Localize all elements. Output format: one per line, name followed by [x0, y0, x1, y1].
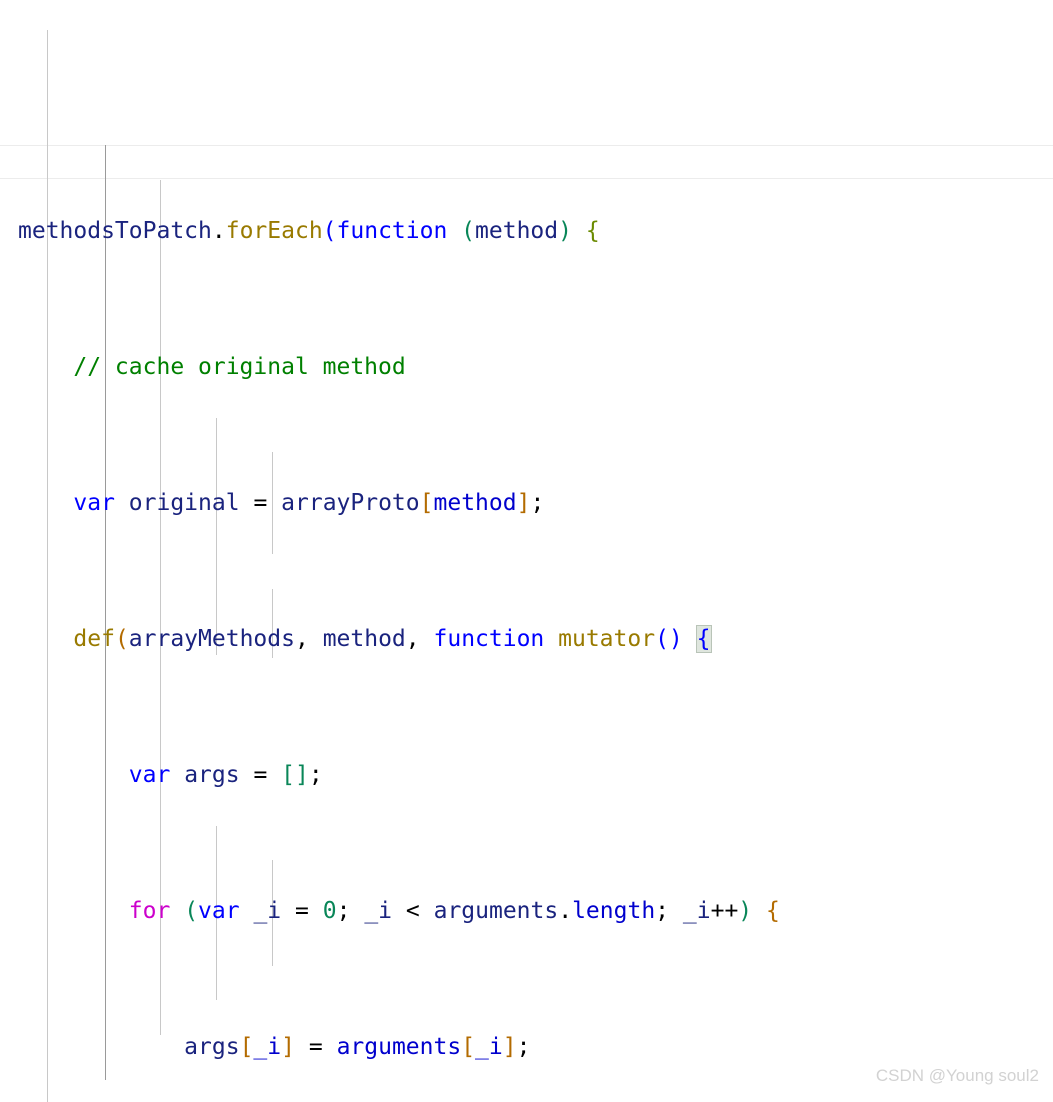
code-line[interactable]: var args = []; — [0, 758, 1053, 792]
code-line[interactable]: args[_i] = arguments[_i]; — [0, 1030, 1053, 1064]
code-line[interactable]: def(arrayMethods, method, function mutat… — [0, 622, 1053, 656]
code-editor[interactable]: ; methodsToPatch.forEach(function (metho… — [0, 0, 1053, 1102]
code-line[interactable]: var original = arrayProto[method]; — [0, 486, 1053, 520]
code-line[interactable]: methodsToPatch.forEach(function (method)… — [0, 214, 1053, 248]
code-content[interactable]: ; methodsToPatch.forEach(function (metho… — [0, 0, 1053, 1102]
code-line[interactable]: ; — [0, 102, 1053, 112]
bracket-match-open: { — [695, 625, 712, 653]
code-line[interactable]: // cache original method — [0, 350, 1053, 384]
watermark: CSDN @Young soul2 — [875, 1066, 1039, 1085]
code-line[interactable]: for (var _i = 0; _i < arguments.length; … — [0, 894, 1053, 928]
